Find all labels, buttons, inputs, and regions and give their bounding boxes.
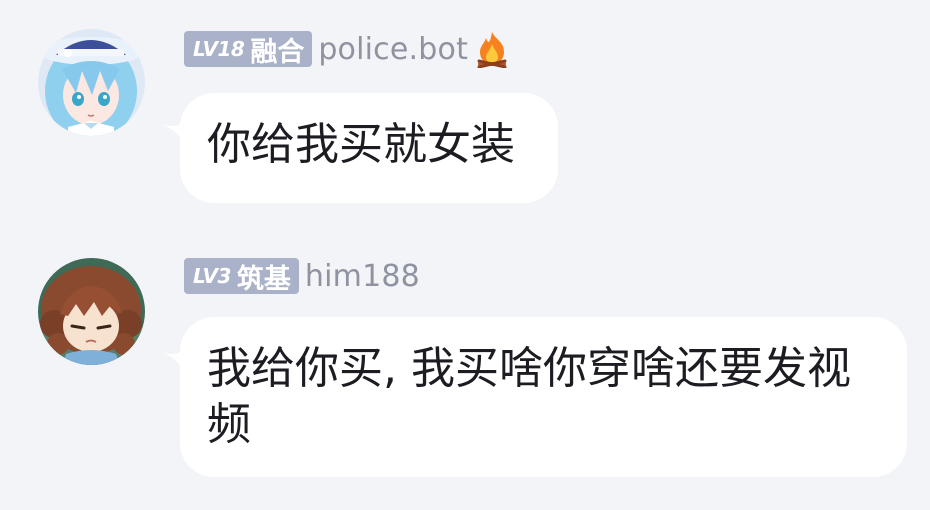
message-bubble[interactable]: 你给我买就女装: [180, 93, 558, 203]
avatar[interactable]: [38, 29, 145, 136]
brown-hair-girl-avatar: [38, 258, 145, 365]
level-badge: LV18 融合: [184, 31, 313, 68]
blue-hair-girl-avatar: [38, 29, 145, 136]
message-header: LV18 融合 police.bot: [184, 29, 510, 69]
chat-message: LV18 融合 police.bot 你给我买就女装: [0, 0, 930, 220]
level-label: LV3: [193, 264, 231, 288]
message-text: 我给你买, 我买啥你穿啥还要发视频: [207, 343, 851, 450]
level-label: LV18: [193, 37, 245, 61]
message-text: 你给我买就女装: [207, 119, 515, 170]
avatar[interactable]: [38, 258, 145, 365]
chat-message: LV3 筑基 him188 我给你买, 我买啥你穿啥还要发视频: [0, 240, 930, 500]
rank-label: 融合: [250, 36, 305, 68]
level-badge: LV3 筑基: [184, 258, 299, 295]
message-bubble[interactable]: 我给你买, 我买啥你穿啥还要发视频: [180, 317, 907, 477]
fire-icon: [477, 32, 507, 68]
username[interactable]: him188: [305, 259, 420, 294]
rank-label: 筑基: [236, 263, 291, 295]
message-header: LV3 筑基 him188: [184, 256, 420, 296]
username[interactable]: police.bot: [318, 32, 468, 67]
